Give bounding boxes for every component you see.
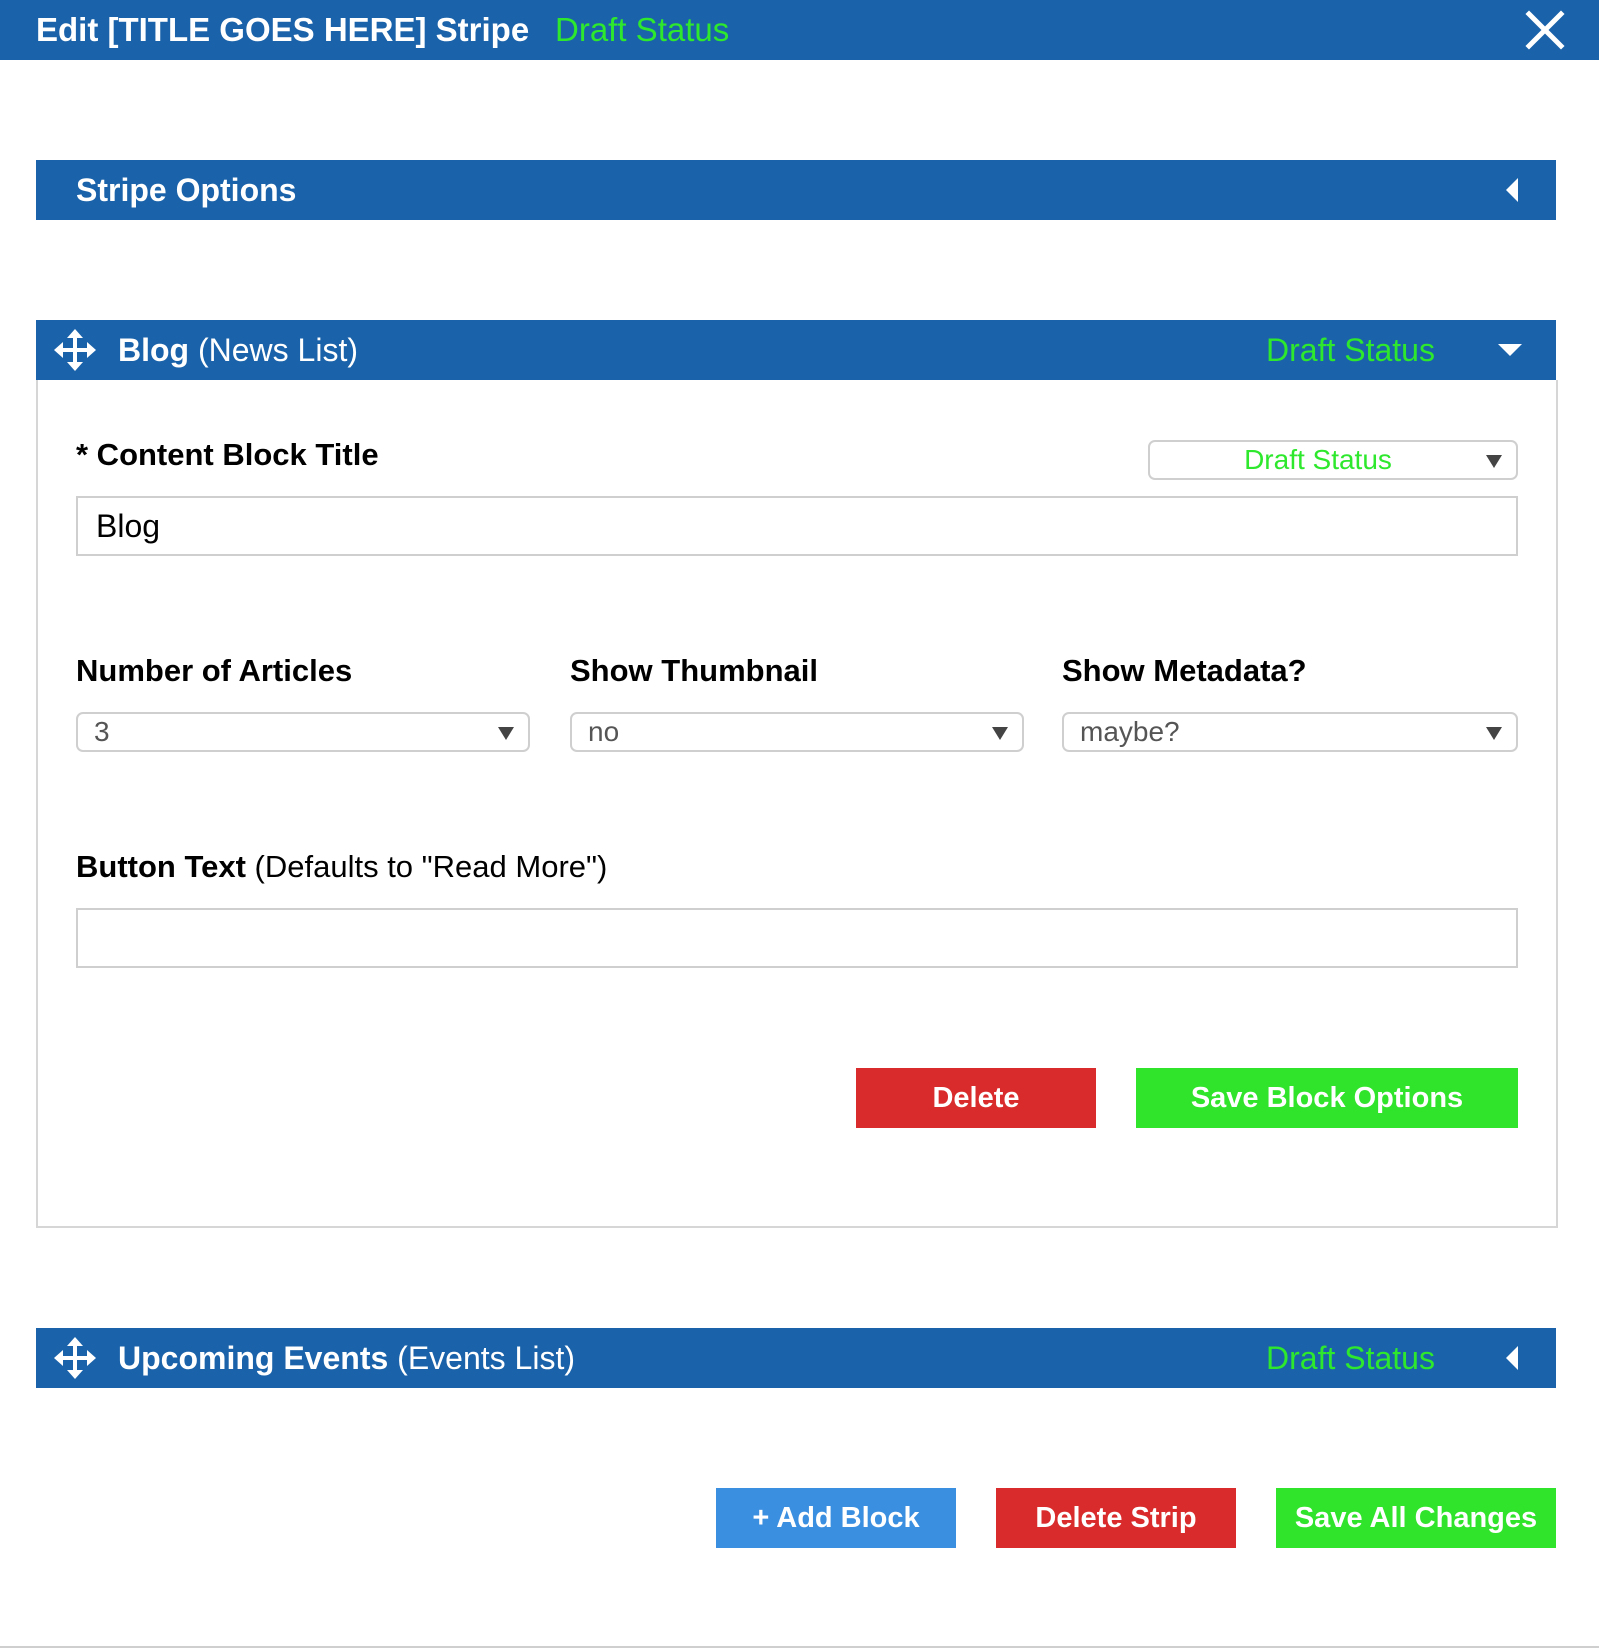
delete-strip-button[interactable]: Delete Strip <box>996 1488 1236 1548</box>
blog-block-type: (News List) <box>197 332 358 368</box>
button-text-label-main: Button Text <box>76 849 246 884</box>
modal-title: Edit [TITLE GOES HERE] Stripe <box>36 11 530 48</box>
blog-block-name: Blog <box>118 332 190 368</box>
button-text-label: Button Text (Defaults to "Read More") <box>76 848 607 886</box>
events-block-type: (Events List) <box>397 1340 575 1376</box>
blog-block-toggle[interactable] <box>1494 334 1526 366</box>
bottom-divider <box>0 1646 1599 1648</box>
events-block-status: Draft Status <box>1266 1340 1435 1376</box>
save-all-changes-button[interactable]: Save All Changes <box>1276 1488 1556 1548</box>
show-thumbnail-label: Show Thumbnail <box>570 653 818 688</box>
events-block-name: Upcoming Events <box>118 1340 389 1376</box>
close-icon <box>1525 10 1565 50</box>
show-metadata-label: Show Metadata? <box>1062 653 1307 688</box>
number-of-articles-label: Number of Articles <box>76 653 353 688</box>
stripe-options-title: Stripe Options <box>76 172 297 208</box>
blog-block-header[interactable]: Blog (News List) Draft Status <box>36 320 1556 380</box>
events-block-title: Upcoming Events (Events List) <box>118 1338 575 1378</box>
content-block-title-input[interactable] <box>76 496 1518 556</box>
chevron-down-icon <box>498 727 514 740</box>
block-status-select[interactable]: Draft Status <box>1148 440 1518 480</box>
blog-block-body: * Content Block Title Draft Status Numbe… <box>36 380 1558 1228</box>
save-block-options-button[interactable]: Save Block Options <box>1136 1068 1518 1128</box>
stripe-options-header[interactable]: Stripe Options <box>36 160 1556 220</box>
button-text-input[interactable] <box>76 908 1518 968</box>
add-block-button[interactable]: + Add Block <box>716 1488 956 1548</box>
events-block-toggle[interactable] <box>1496 1342 1528 1374</box>
number-of-articles-select[interactable]: 3 <box>76 712 530 752</box>
stripe-options-toggle[interactable] <box>1496 174 1528 206</box>
move-icon[interactable] <box>54 329 96 371</box>
chevron-left-icon <box>1506 178 1518 202</box>
button-text-hint: (Defaults to "Read More") <box>254 849 608 884</box>
number-of-articles-value: 3 <box>94 716 110 747</box>
close-button[interactable] <box>1524 9 1566 51</box>
chevron-down-icon <box>1498 344 1522 356</box>
chevron-down-icon <box>992 727 1008 740</box>
show-thumbnail-value: no <box>588 716 620 747</box>
modal-header: Edit [TITLE GOES HERE] Stripe Draft Stat… <box>0 0 1599 60</box>
blog-block-title: Blog (News List) <box>118 330 358 370</box>
block-status-select-value: Draft Status <box>1244 444 1392 475</box>
chevron-down-icon <box>1486 455 1502 468</box>
show-thumbnail-select[interactable]: no <box>570 712 1024 752</box>
show-metadata-select[interactable]: maybe? <box>1062 712 1518 752</box>
move-icon[interactable] <box>54 1337 96 1379</box>
delete-block-button[interactable]: Delete <box>856 1068 1096 1128</box>
chevron-left-icon <box>1506 1346 1518 1370</box>
blog-block-status: Draft Status <box>1266 332 1435 368</box>
chevron-down-icon <box>1486 727 1502 740</box>
events-block-header[interactable]: Upcoming Events (Events List) Draft Stat… <box>36 1328 1556 1388</box>
content-block-title-label: * Content Block Title <box>76 437 379 472</box>
header-draft-status: Draft Status <box>555 11 730 48</box>
show-metadata-value: maybe? <box>1080 716 1180 747</box>
